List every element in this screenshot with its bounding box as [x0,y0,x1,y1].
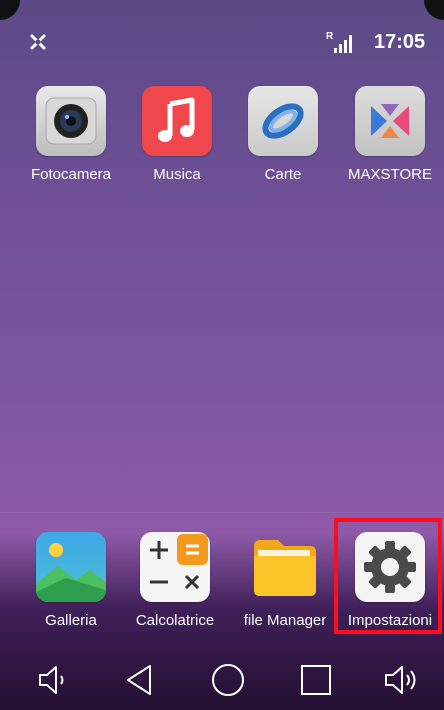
app-file-manager[interactable]: file Manager [237,532,333,629]
app-label: Fotocamera [30,166,112,183]
app-maxstore[interactable]: MAXSTORE [342,86,438,183]
clock: 17:05 [374,31,426,53]
recents-icon[interactable] [296,662,336,698]
svg-text:R: R [326,31,334,42]
screen-corner-right [424,0,444,20]
calculator-icon [140,532,210,602]
app-calcolatrice[interactable]: Calcolatrice [127,532,223,629]
signal-icon: R [326,31,352,53]
notification-icon [30,34,46,50]
navigation-bar [0,650,444,710]
app-label: Musica [153,166,201,183]
app-label: file Manager [243,612,327,629]
home-screen: R 17:05 Fotocamera Musica Carte MAXSTORE… [0,0,444,710]
folder-icon [250,532,320,602]
gallery-icon [36,532,106,602]
settings-gear-icon [355,532,425,602]
maps-icon [248,86,318,156]
app-label: Carte [264,166,302,183]
home-icon[interactable] [208,662,248,698]
volume-down-icon[interactable] [34,662,74,698]
maxstore-icon [355,86,425,156]
app-label: Impostazioni [347,612,433,629]
screen-corner-left [0,0,20,20]
app-fotocamera[interactable]: Fotocamera [23,86,119,183]
app-carte[interactable]: Carte [235,86,331,183]
app-label: Galleria [45,612,97,629]
status-bar: R 17:05 [0,24,444,60]
back-icon[interactable] [120,662,160,698]
app-label: MAXSTORE [348,166,432,183]
app-label: Calcolatrice [135,612,215,629]
dock-divider [0,512,444,513]
volume-up-icon[interactable] [382,662,422,698]
app-impostazioni[interactable]: Impostazioni [342,532,438,629]
app-musica[interactable]: Musica [129,86,225,183]
app-galleria[interactable]: Galleria [23,532,119,629]
music-icon [142,86,212,156]
camera-icon [36,86,106,156]
